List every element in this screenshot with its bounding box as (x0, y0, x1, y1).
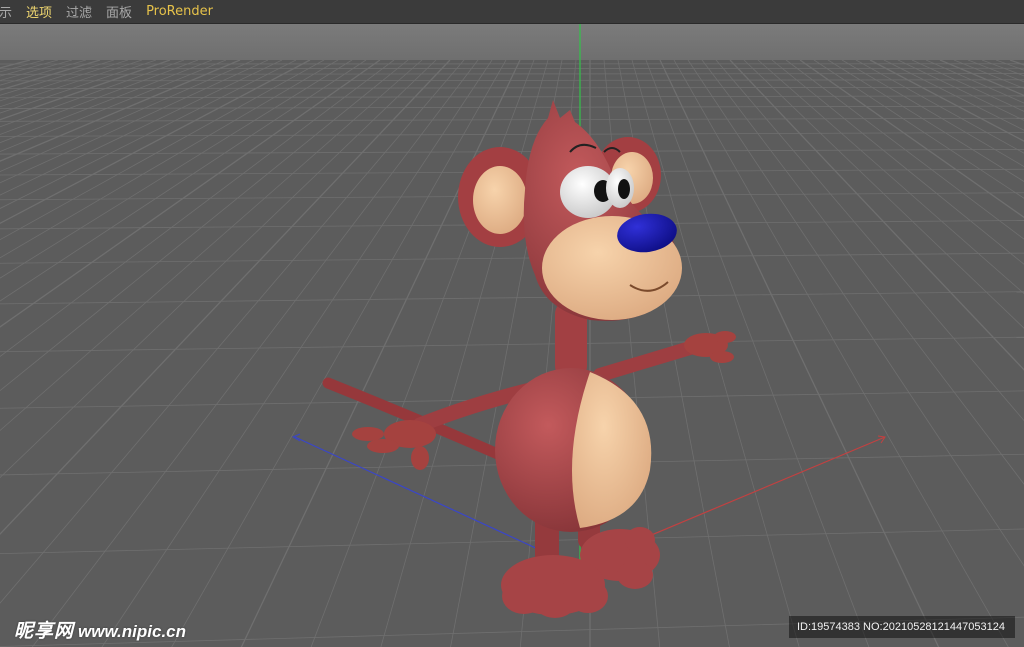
mouse-right-pupil (618, 179, 630, 199)
image-id-badge: ID:19574383 NO:20210528121447053124 (789, 616, 1015, 638)
3d-viewport[interactable] (0, 24, 1024, 647)
menu-item-display[interactable]: 示 (0, 2, 20, 21)
menu-item-prorender[interactable]: ProRender (146, 4, 221, 19)
watermark-logo-text: 昵享网 (14, 620, 75, 642)
menu-item-panel[interactable]: 面板 (106, 2, 140, 21)
watermark-logo: 昵享网 www.nipic.cn (14, 616, 186, 643)
floor-plane (0, 60, 1024, 647)
watermark-site-text: www.nipic.cn (78, 622, 187, 641)
menu-item-filter[interactable]: 过滤 (66, 2, 100, 21)
viewport-canvas[interactable] (0, 24, 1024, 647)
menu-item-options[interactable]: 选项 (26, 2, 60, 21)
menu-bar: 示 选项 过滤 面板 ProRender (0, 0, 1024, 24)
